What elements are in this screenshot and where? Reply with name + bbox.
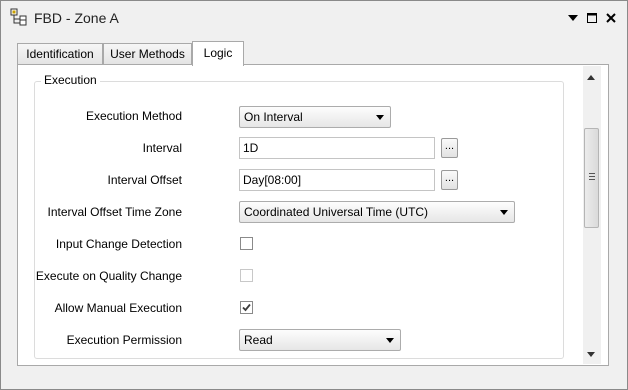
scroll-up-icon[interactable]	[587, 75, 595, 80]
interval-offset-value: Day[08:00]	[243, 173, 302, 187]
dropdown-arrow-icon	[568, 15, 578, 21]
window-title: FBD - Zone A	[34, 10, 119, 26]
interval-browse-button[interactable]: ...	[441, 138, 458, 158]
interval-offset-browse-button[interactable]: ...	[441, 170, 458, 190]
input-change-label: Input Change Detection	[55, 237, 182, 251]
tab-label: Logic	[203, 46, 233, 60]
execution-group-title: Execution	[41, 73, 100, 87]
ellipsis-icon: ...	[444, 172, 455, 184]
interval-label: Interval	[142, 141, 182, 155]
execution-method-label: Execution Method	[85, 109, 182, 123]
vertical-scrollbar[interactable]	[583, 66, 601, 364]
interval-field[interactable]: 1D	[239, 137, 435, 159]
grip-icon	[589, 179, 595, 180]
quality-change-label: Execute on Quality Change	[35, 269, 182, 283]
timezone-value: Coordinated Universal Time (UTC)	[244, 205, 429, 219]
chevron-down-icon	[376, 115, 384, 120]
close-icon	[606, 13, 616, 23]
grip-icon	[589, 173, 595, 174]
close-button[interactable]	[602, 9, 620, 27]
tab-identification[interactable]: Identification	[17, 43, 103, 64]
scroll-thumb[interactable]	[584, 128, 599, 228]
execution-group: Execution Execution Method On Interval I…	[34, 73, 564, 359]
fbd-window: FBD - Zone A Identification User Methods	[0, 0, 628, 390]
manual-execution-checkbox[interactable]	[240, 301, 253, 314]
tab-label: User Methods	[110, 47, 185, 61]
tab-user-methods[interactable]: User Methods	[103, 43, 192, 64]
tab-logic[interactable]: Logic	[192, 41, 244, 66]
interval-offset-field[interactable]: Day[08:00]	[239, 169, 435, 191]
quality-change-checkbox[interactable]	[240, 269, 253, 282]
execution-permission-label: Execution Permission	[66, 333, 182, 347]
window-menu-button[interactable]	[564, 9, 582, 27]
maximize-button[interactable]	[583, 9, 601, 27]
input-change-checkbox[interactable]	[240, 237, 253, 250]
execution-permission-select[interactable]: Read	[239, 329, 401, 351]
execution-method-value: On Interval	[244, 110, 303, 124]
grip-icon	[589, 176, 595, 177]
tab-label: Identification	[26, 47, 94, 61]
title-bar[interactable]: FBD - Zone A	[1, 1, 627, 37]
check-icon	[242, 303, 251, 312]
interval-value: 1D	[243, 141, 259, 155]
timezone-select[interactable]: Coordinated Universal Time (UTC)	[239, 201, 515, 223]
interval-offset-label: Interval Offset	[107, 173, 182, 187]
chevron-down-icon	[386, 338, 394, 343]
execution-method-select[interactable]: On Interval	[239, 106, 391, 128]
timezone-label: Interval Offset Time Zone	[47, 205, 182, 219]
function-block-icon	[10, 8, 27, 26]
ellipsis-icon: ...	[444, 140, 455, 152]
logic-tab-panel: Execution Execution Method On Interval I…	[17, 64, 609, 366]
maximize-icon	[587, 13, 597, 23]
chevron-down-icon	[500, 210, 508, 215]
execution-permission-value: Read	[244, 333, 273, 347]
manual-execution-label: Allow Manual Execution	[54, 301, 182, 315]
scroll-down-icon[interactable]	[587, 352, 595, 357]
